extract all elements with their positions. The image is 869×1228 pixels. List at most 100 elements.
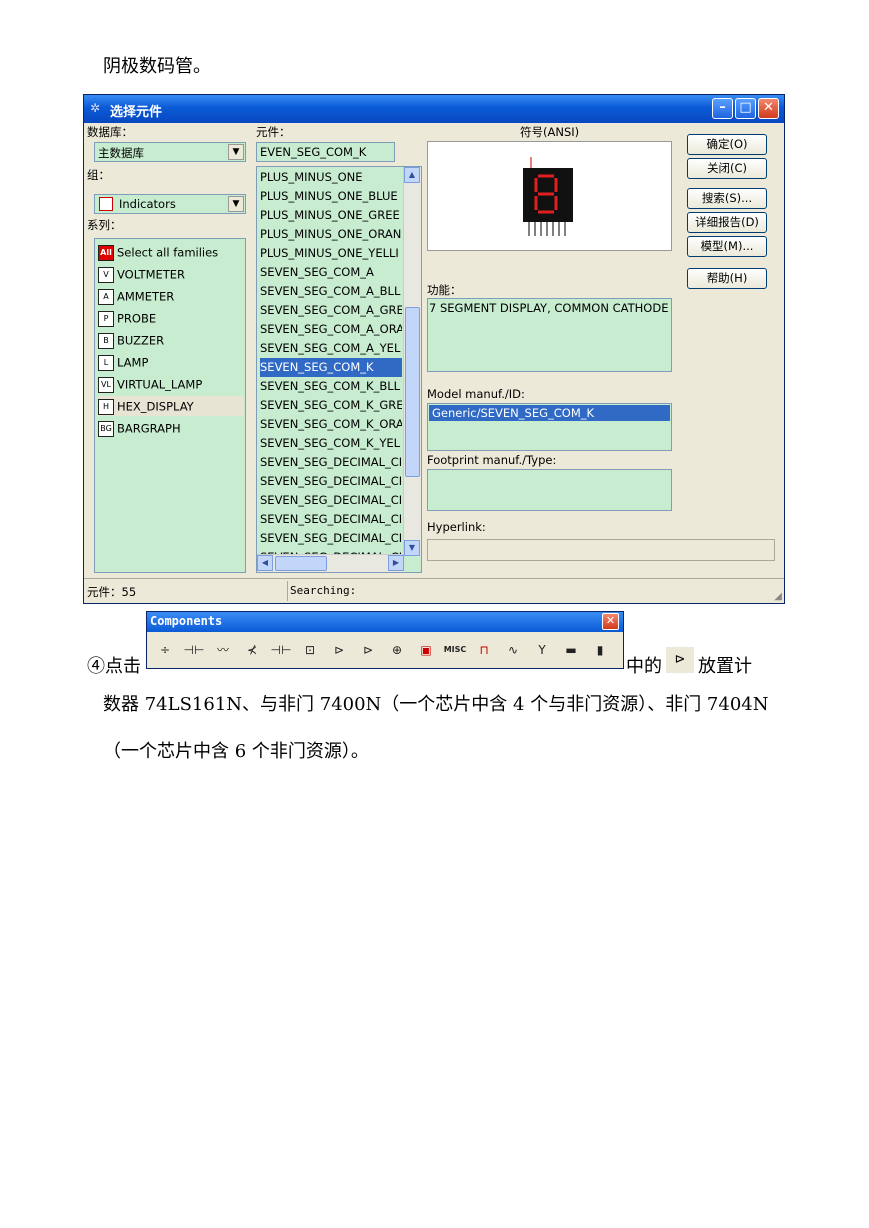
family-item[interactable]: BG BARGRAPH xyxy=(98,418,244,438)
close-button[interactable]: 关闭(C) xyxy=(687,158,767,179)
database-select[interactable]: 主数据库 ▼ xyxy=(94,142,246,162)
hyperlink-label: Hyperlink: xyxy=(427,520,486,534)
chevron-left-icon[interactable]: ◀ xyxy=(257,555,273,571)
family-item[interactable]: V VOLTMETER xyxy=(98,264,244,284)
transistor-icon[interactable]: ⊀ xyxy=(240,638,264,662)
family-item[interactable]: All Select all families xyxy=(98,242,244,262)
chevron-down-icon[interactable]: ▼ xyxy=(404,540,420,556)
ladder-icon[interactable]: ▬ xyxy=(559,638,583,662)
power-source-icon[interactable]: ÷ xyxy=(153,638,177,662)
family-item[interactable]: VL VIRTUAL_LAMP xyxy=(98,374,244,394)
model-item[interactable]: Generic/SEVEN_SEG_COM_K xyxy=(429,405,670,421)
place-ic-icon[interactable]: ▮ xyxy=(588,638,612,662)
group-select[interactable]: Indicators ▼ xyxy=(94,194,246,214)
component-item[interactable]: SEVEN_SEG_DECIMAL_CI xyxy=(260,529,402,548)
ttl-icon[interactable]: ⊡ xyxy=(298,638,322,662)
toolbar-title: Components xyxy=(150,614,223,628)
chevron-up-icon[interactable]: ▲ xyxy=(404,167,420,183)
component-item[interactable]: PLUS_MINUS_ONE xyxy=(260,168,402,187)
close-window-button[interactable]: ✕ xyxy=(758,98,779,119)
component-item[interactable]: SEVEN_SEG_DECIMAL_CI xyxy=(260,510,402,529)
component-name-input[interactable]: EVEN_SEG_COM_K xyxy=(256,142,395,162)
search-button[interactable]: 搜索(S)... xyxy=(687,188,767,209)
app-icon: ✲ xyxy=(90,101,101,115)
family-item[interactable]: H HEX_DISPLAY xyxy=(98,396,244,416)
cmos-icon[interactable]: ⊳ xyxy=(327,638,351,662)
component-horizontal-scrollbar[interactable]: ◀ ▶ xyxy=(257,554,404,572)
family-label: 系列： xyxy=(87,218,122,232)
maximize-button[interactable]: □ xyxy=(735,98,756,119)
resize-grip-icon[interactable]: ◢ xyxy=(774,591,782,602)
dialog-titlebar[interactable]: ✲ 选择元件 – □ ✕ xyxy=(84,95,784,123)
help-button[interactable]: 帮助(H) xyxy=(687,268,767,289)
component-item[interactable]: SEVEN_SEG_COM_A xyxy=(260,263,402,282)
family-item[interactable]: P PROBE xyxy=(98,308,244,328)
model-label: Model manuf./ID: xyxy=(427,387,525,401)
component-item[interactable]: SEVEN_SEG_COM_A_ORA xyxy=(260,320,402,339)
family-item[interactable]: L LAMP xyxy=(98,352,244,372)
model-button[interactable]: 模型(M)... xyxy=(687,236,767,257)
rf-icon[interactable]: ∿ xyxy=(501,638,525,662)
component-label: 元件： xyxy=(256,125,291,139)
scroll-thumb[interactable] xyxy=(405,307,420,477)
component-item[interactable]: SEVEN_SEG_COM_K_ORA xyxy=(260,415,402,434)
doc-line-2-prefix: ④点击 xyxy=(87,656,141,677)
search-status: Searching: xyxy=(290,584,357,597)
electromechanical-icon[interactable]: Y xyxy=(530,638,554,662)
component-item[interactable]: SEVEN_SEG_COM_A_YEL xyxy=(260,339,402,358)
database-value: 主数据库 xyxy=(98,146,144,160)
component-item[interactable]: SEVEN_SEG_COM_K_YEL xyxy=(260,434,402,453)
status-bar: 元件：55 Searching: ◢ xyxy=(84,578,784,604)
scroll-thumb[interactable] xyxy=(275,556,327,571)
family-icon: All xyxy=(98,244,114,261)
indicator-icon xyxy=(99,197,113,211)
function-label: 功能： xyxy=(427,283,462,297)
family-list[interactable]: All Select all families V VOLTMETER A AMMETER… xyxy=(94,238,246,573)
component-item[interactable]: SEVEN_SEG_COM_A_GRE xyxy=(260,301,402,320)
mixed-icon[interactable]: ⊕ xyxy=(385,638,409,662)
family-item-label: LAMP xyxy=(117,355,149,370)
symbol-label: 符号(ANSI) xyxy=(520,125,580,139)
component-item[interactable]: SEVEN_SEG_DECIMAL_CI xyxy=(260,472,402,491)
mcu-icon[interactable]: ⊳ xyxy=(356,638,380,662)
components-toolbar: Components ✕ ÷ ⊣⊢ 〰 ⊀ ⊣⊢ ⊡ ⊳ ⊳ ⊕ ▣ MISC ⊓ ∿ Y ▬ ▮ xyxy=(146,611,624,669)
family-icon: H xyxy=(98,398,114,415)
advanced-peripherals-icon[interactable]: ⊓ xyxy=(472,638,496,662)
family-item[interactable]: A AMMETER xyxy=(98,286,244,306)
doc-line-2-suffix: 放置计 xyxy=(698,656,752,677)
doc-line-4: （一个芯片中含 6 个非门资源）。 xyxy=(103,741,369,762)
component-item[interactable]: SEVEN_SEG_COM_K_BLL xyxy=(260,377,402,396)
minimize-button[interactable]: – xyxy=(712,98,733,119)
component-item[interactable]: PLUS_MINUS_ONE_ORAN xyxy=(260,225,402,244)
component-item[interactable]: SEVEN_SEG_DECIMAL_CI xyxy=(260,453,402,472)
component-item[interactable]: SEVEN_SEG_COM_K xyxy=(260,358,402,377)
ok-button[interactable]: 确定(O) xyxy=(687,134,767,155)
chevron-right-icon[interactable]: ▶ xyxy=(388,555,404,571)
misc-icon[interactable]: MISC xyxy=(443,638,467,662)
component-item[interactable]: PLUS_MINUS_ONE_BLUE xyxy=(260,187,402,206)
model-list[interactable]: Generic/SEVEN_SEG_COM_K xyxy=(427,403,672,451)
component-item[interactable]: PLUS_MINUS_ONE_YELLI xyxy=(260,244,402,263)
component-item[interactable]: SEVEN_SEG_COM_A_BLL xyxy=(260,282,402,301)
component-list[interactable]: PLUS_MINUS_ONE PLUS_MINUS_ONE_BLUE PLUS_MI… xyxy=(256,166,422,573)
component-item[interactable]: SEVEN_SEG_DECIMAL_CI xyxy=(260,491,402,510)
diode-icon[interactable]: 〰 xyxy=(211,638,235,662)
family-item[interactable]: B BUZZER xyxy=(98,330,244,350)
footprint-list[interactable] xyxy=(427,469,672,511)
component-item[interactable]: PLUS_MINUS_ONE_GREE xyxy=(260,206,402,225)
indicator-icon[interactable]: ▣ xyxy=(414,638,438,662)
hyperlink-field[interactable] xyxy=(427,539,775,561)
analog-icon[interactable]: ⊣⊢ xyxy=(269,638,293,662)
toolbar-titlebar[interactable]: Components ✕ xyxy=(147,612,623,632)
family-item-label: AMMETER xyxy=(117,289,175,304)
family-item-label: Select all families xyxy=(117,245,219,260)
component-vertical-scrollbar[interactable]: ▲ ▼ xyxy=(403,167,421,556)
component-item[interactable]: SEVEN_SEG_COM_K_GRE xyxy=(260,396,402,415)
status-divider xyxy=(287,581,288,601)
detail-report-button[interactable]: 详细报告(D) xyxy=(687,212,767,233)
chevron-down-icon[interactable]: ▼ xyxy=(228,144,244,160)
chevron-down-icon[interactable]: ▼ xyxy=(228,196,244,212)
group-value: Indicators xyxy=(119,197,176,211)
basic-icon[interactable]: ⊣⊢ xyxy=(182,638,206,662)
toolbar-close-button[interactable]: ✕ xyxy=(602,613,619,630)
